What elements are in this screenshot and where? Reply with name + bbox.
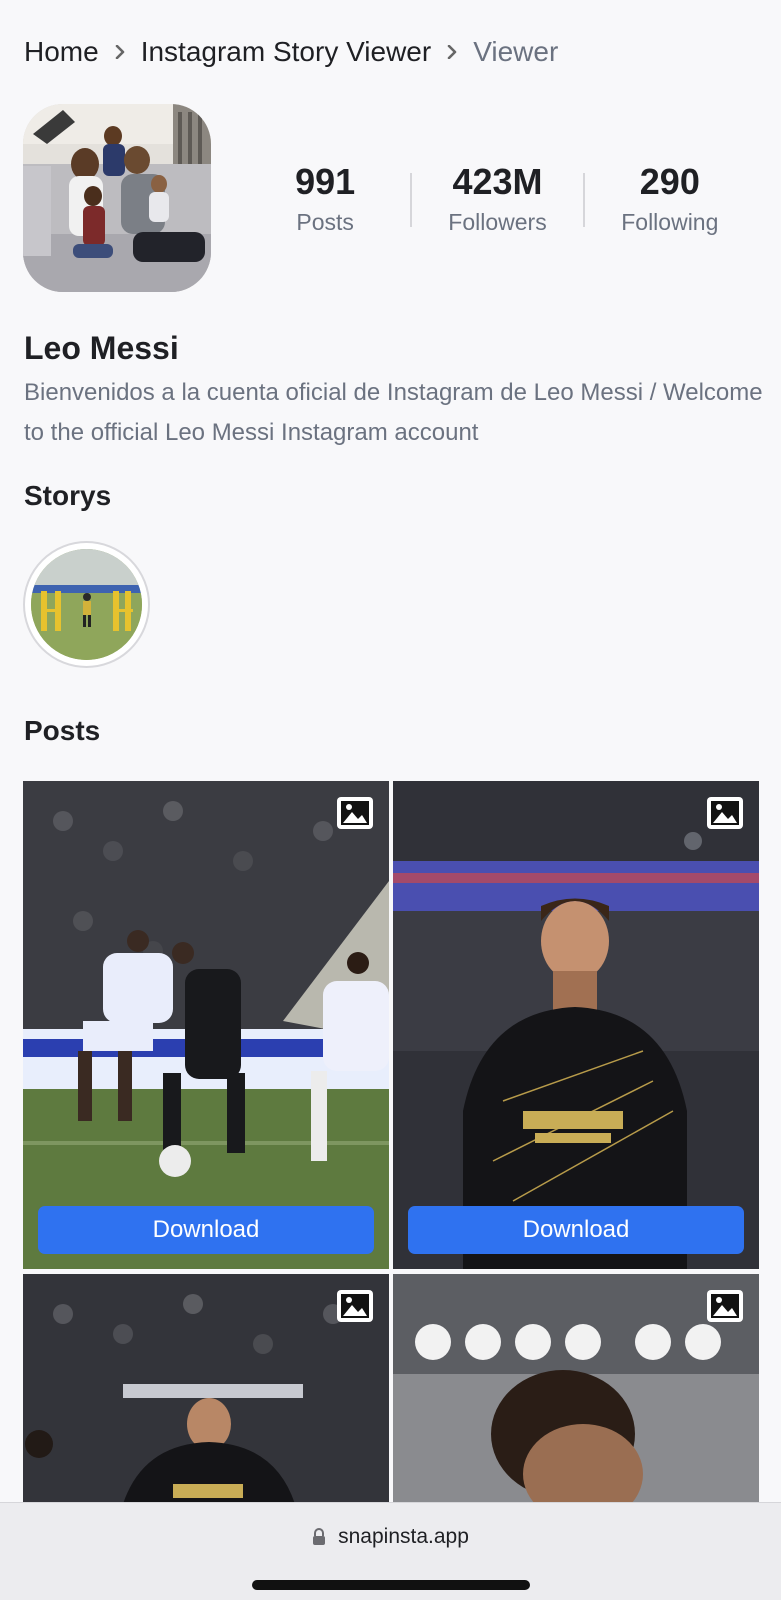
breadcrumb-current: Viewer bbox=[473, 36, 559, 67]
post-card[interactable] bbox=[23, 1274, 389, 1504]
stat-following-value: 290 bbox=[639, 161, 700, 202]
profile-stats: 991 Posts 423M Followers 290 Following bbox=[240, 155, 755, 245]
story-thumbnail bbox=[31, 549, 142, 660]
stat-followers-value: 423M bbox=[452, 161, 543, 202]
post-card[interactable] bbox=[393, 1274, 759, 1504]
stat-following-label: Following bbox=[621, 209, 719, 235]
breadcrumb-story-viewer[interactable]: Instagram Story Viewer bbox=[141, 34, 432, 70]
lock-icon bbox=[313, 1528, 326, 1545]
post-photo bbox=[23, 781, 389, 1269]
page: Home Instagram Story Viewer Viewer 991 P… bbox=[0, 0, 781, 1600]
stories-title: Storys bbox=[24, 480, 112, 511]
breadcrumb-home[interactable]: Home bbox=[24, 34, 99, 70]
chevron-right-icon bbox=[115, 45, 125, 59]
stat-followers-label: Followers bbox=[448, 209, 547, 235]
stat-posts-label: Posts bbox=[296, 209, 354, 235]
breadcrumb: Home Instagram Story Viewer Viewer bbox=[24, 34, 558, 70]
post-card[interactable]: Download bbox=[393, 781, 759, 1269]
profile-bio: Bienvenidos a la cuenta oficial de Insta… bbox=[24, 379, 763, 446]
image-icon bbox=[707, 797, 743, 829]
chevron-right-icon bbox=[447, 45, 457, 59]
stat-posts: 991 Posts bbox=[240, 161, 410, 239]
stat-posts-value: 991 bbox=[295, 161, 356, 202]
stat-following: 290 Following bbox=[585, 161, 755, 239]
profile-name: Leo Messi bbox=[24, 330, 179, 366]
image-icon bbox=[707, 1290, 743, 1322]
image-icon bbox=[337, 1290, 373, 1322]
stat-followers: 423M Followers bbox=[412, 161, 582, 239]
profile-avatar bbox=[23, 104, 211, 292]
download-button[interactable]: Download bbox=[38, 1206, 374, 1254]
post-card[interactable]: Download bbox=[23, 781, 389, 1269]
image-icon bbox=[337, 797, 373, 829]
url-text: snapinsta.app bbox=[338, 1525, 469, 1548]
posts-title: Posts bbox=[24, 715, 101, 746]
download-button[interactable]: Download bbox=[408, 1206, 744, 1254]
story-item[interactable] bbox=[23, 541, 150, 668]
post-photo bbox=[393, 781, 759, 1269]
url-display[interactable]: snapinsta.app bbox=[0, 1525, 781, 1549]
browser-url-bar[interactable]: snapinsta.app bbox=[0, 1502, 781, 1600]
home-indicator[interactable] bbox=[252, 1580, 530, 1590]
